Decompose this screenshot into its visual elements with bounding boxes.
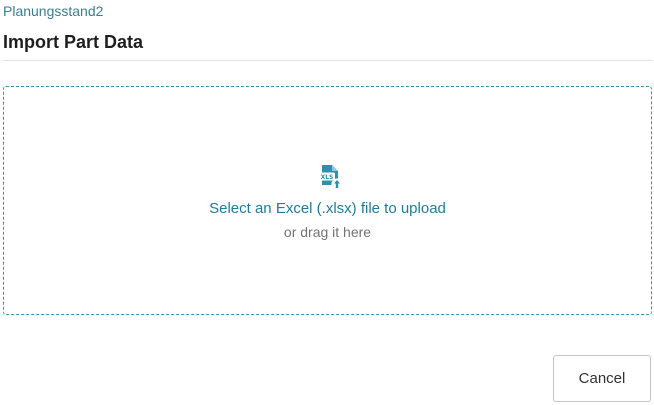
xls-file-upload-icon: XLS: [319, 165, 343, 190]
select-file-text[interactable]: Select an Excel (.xlsx) file to upload: [4, 199, 651, 219]
file-dropzone[interactable]: XLS Select an Excel (.xlsx) file to uplo…: [3, 86, 652, 315]
dialog-title: Import Part Data: [3, 32, 144, 52]
header-divider: [3, 60, 653, 61]
drag-hint-text: or drag it here: [283, 224, 372, 240]
breadcrumb[interactable]: Planungsstand2: [3, 2, 103, 20]
cancel-button[interactable]: Cancel: [553, 355, 651, 402]
xls-icon-label: XLS: [321, 174, 334, 181]
import-dialog: Planungsstand2 Import Part Data XLS Sele…: [0, 0, 654, 405]
